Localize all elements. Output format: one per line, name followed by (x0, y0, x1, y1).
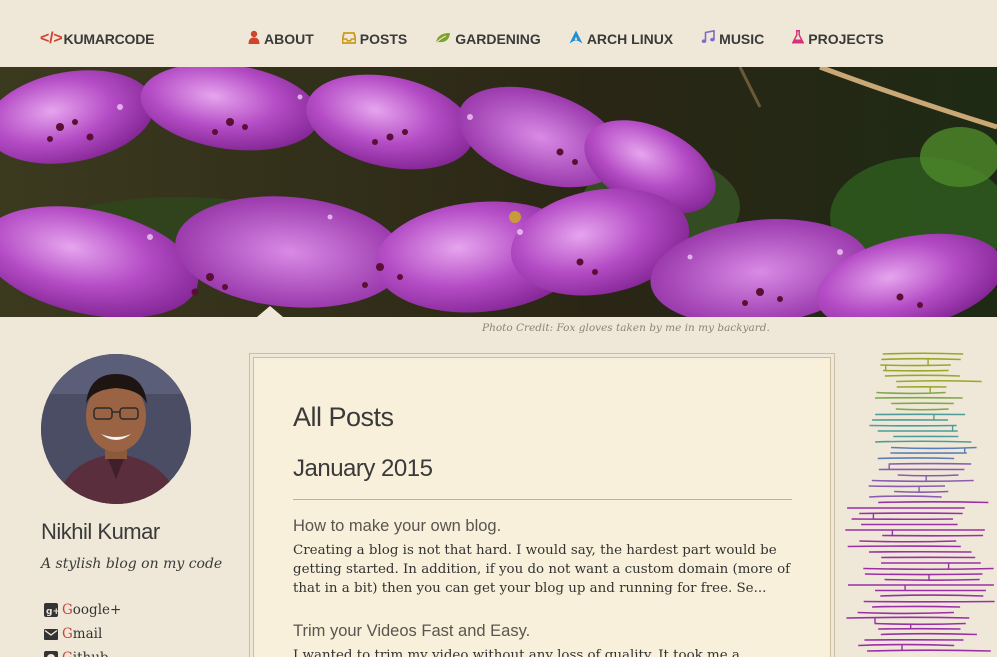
nav-label: GARDENING (455, 30, 541, 47)
author-name: Nikhil Kumar (41, 519, 160, 544)
month-heading: January 2015 (293, 455, 433, 482)
flask-icon (791, 30, 805, 47)
nav-item-about[interactable]: ABOUT (248, 30, 314, 47)
decorative-line (874, 622, 966, 626)
decorative-line (881, 357, 961, 361)
nav-label: POSTS (359, 30, 408, 47)
decorative-line (880, 594, 984, 597)
decorative-line (880, 632, 977, 636)
decorative-line (875, 440, 972, 443)
avatar (41, 354, 191, 504)
nav-item-gardening[interactable]: GARDENING (435, 31, 541, 47)
decorative-line (884, 374, 960, 377)
nav-item-posts[interactable]: POSTS (341, 30, 408, 47)
decorative-line (857, 611, 954, 615)
post-excerpt: Creating a blog is not that hard. I woul… (293, 543, 791, 596)
decorative-line (897, 474, 959, 477)
decorative-line (878, 501, 989, 504)
link-label: ithub (73, 650, 109, 657)
page-title: All Posts (293, 402, 394, 432)
social-links: g+ Google+ Gmail Github (43, 598, 121, 657)
decorative-line (859, 540, 957, 543)
decorative-line (864, 573, 983, 576)
link-label: oogle+ (72, 602, 122, 618)
top-navigation-bar: </> KUMARCODE ABOUT POSTS GARDENING ARCH… (0, 0, 997, 67)
decorative-graphic (843, 350, 997, 657)
nav-item-arch-linux[interactable]: ARCH LINUX (569, 30, 673, 47)
svg-text:g+: g+ (46, 607, 58, 617)
post-title-link[interactable]: How to make your own blog. (293, 517, 501, 536)
nav-label: ABOUT (264, 30, 314, 47)
link-initial: G (62, 650, 73, 657)
site-logo[interactable]: </> KUMARCODE (40, 30, 155, 48)
divider (293, 499, 792, 500)
nav-label: PROJECTS (808, 30, 884, 47)
leaf-icon (435, 31, 451, 47)
decorative-line (863, 567, 994, 571)
decorative-line (880, 364, 951, 367)
decorative-line (858, 643, 955, 647)
nav-label: ARCH LINUX (586, 30, 674, 47)
inbox-icon (341, 31, 357, 47)
google-plus-icon: g+ (43, 603, 58, 617)
code-icon: </> (40, 30, 63, 47)
decorative-line (871, 479, 974, 483)
decorative-line (867, 649, 991, 652)
posts-card (249, 353, 835, 657)
link-initial: G (62, 626, 73, 642)
banner-pointer (257, 306, 283, 317)
social-link-gmail[interactable]: Gmail (43, 622, 121, 646)
decorative-line (846, 616, 970, 619)
decorative-line (894, 490, 949, 493)
decorative-line (896, 379, 982, 383)
music-icon (701, 29, 715, 47)
link-initial: G (62, 602, 73, 618)
arch-linux-icon (569, 30, 583, 47)
nav-label: MUSIC (719, 30, 765, 47)
mail-icon (43, 628, 58, 641)
nav-item-music[interactable]: MUSIC (701, 29, 765, 47)
github-icon (43, 651, 58, 657)
photo-caption: Photo Credit: Fox gloves taken by me in … (482, 322, 770, 334)
nav-item-projects[interactable]: PROJECTS (791, 30, 884, 47)
link-label: mail (72, 626, 103, 642)
decorative-line (882, 352, 964, 355)
user-icon (248, 30, 260, 47)
decorative-line (869, 495, 942, 498)
decorative-line (876, 391, 946, 395)
decorative-line (890, 446, 977, 450)
decorative-line (877, 457, 955, 460)
social-link-github[interactable]: Github (43, 646, 121, 657)
decorative-line (884, 578, 980, 581)
banner-photo (0, 67, 997, 317)
post-title-link[interactable]: Trim your Videos Fast and Easy. (293, 622, 530, 641)
social-link-google-plus[interactable]: g+ Google+ (43, 598, 121, 622)
decorative-line (872, 605, 961, 608)
main-nav: ABOUT POSTS GARDENING ARCH LINUX MUSIC P… (248, 29, 884, 47)
decorative-line (895, 408, 949, 411)
post-excerpt: I wanted to trim my video without any lo… (293, 648, 740, 657)
site-logo-text: KUMARCODE (63, 31, 155, 47)
author-tagline: A stylish blog on my code (41, 556, 223, 572)
